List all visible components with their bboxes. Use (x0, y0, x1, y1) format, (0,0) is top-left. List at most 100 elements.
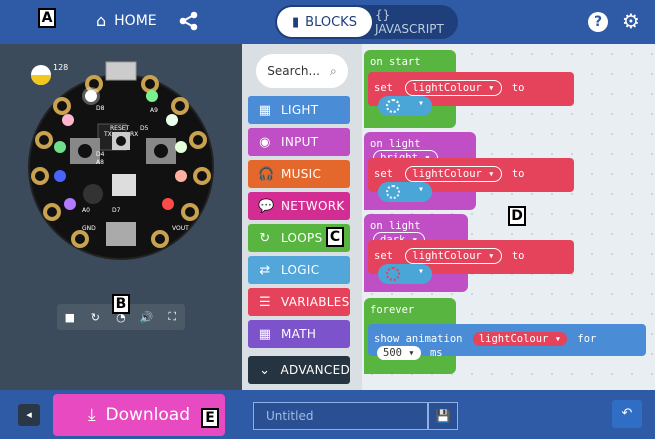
bottom-bar: ◂ ⤓ Download Untitled 💾 ↶ (0, 390, 655, 439)
to-label: to (511, 250, 525, 262)
download-icon: ⤓ (87, 405, 96, 425)
fullscreen-icon[interactable]: ⛶ (163, 310, 181, 324)
for-label: for (577, 333, 597, 345)
undo-icon[interactable]: ↶ (612, 400, 642, 428)
category-input[interactable]: ◉ INPUT (248, 128, 350, 156)
headphones-icon: 🎧 (258, 166, 275, 182)
home-button[interactable]: ⌂ HOME (96, 11, 157, 30)
circuit-playground-board[interactable]: 128 D8 D4 D5 A8 A9 D7 A0 RESET TX RX GND… (0, 44, 242, 294)
set-label: set (374, 168, 393, 180)
set-variable-block[interactable]: set lightColour ▾ to ▾ (368, 72, 574, 116)
light-level-value: 128 (53, 63, 68, 72)
download-label: Download (105, 405, 191, 425)
board-label: TX (103, 131, 112, 138)
annotation-label: A (38, 8, 56, 28)
share-icon[interactable] (178, 10, 200, 32)
simulator-panel: 128 D8 D4 D5 A8 A9 D7 A0 RESET TX RX GND… (0, 44, 242, 390)
javascript-tab[interactable]: {} JAVASCRIPT (375, 7, 455, 37)
category-label: MUSIC (281, 167, 322, 181)
board-label: A0 (82, 207, 90, 214)
annotation-label: D (508, 206, 526, 226)
list-icon: ☰ (259, 294, 271, 310)
variable-dropdown[interactable]: lightColour (412, 250, 482, 262)
loop-icon: ↻ (259, 230, 271, 246)
help-icon[interactable]: ? (588, 12, 608, 32)
category-network[interactable]: 💬 NETWORK (248, 192, 350, 220)
unit-label: ms (429, 347, 443, 359)
calculator-icon: ▦ (258, 326, 272, 342)
chevron-down-icon: ⌄ (259, 362, 271, 378)
gear-icon[interactable]: ⚙ (620, 10, 642, 32)
category-label: VARIABLES (281, 295, 350, 309)
category-label: NETWORK (281, 199, 345, 213)
board-label: RX (130, 131, 138, 138)
to-label: to (511, 82, 525, 94)
board-label: D5 (140, 125, 149, 132)
category-label: MATH (281, 327, 317, 341)
color-ring-picker[interactable]: ▾ (378, 182, 432, 202)
blocks-tab[interactable]: ▮ BLOCKS (277, 7, 372, 37)
set-label: set (374, 250, 393, 262)
category-label: ADVANCED (280, 363, 350, 377)
set-label: set (374, 82, 393, 94)
color-ring-picker[interactable]: ▾ (378, 96, 432, 116)
mute-icon[interactable]: 🔊 (138, 311, 156, 324)
board-label: VOUT (172, 225, 189, 232)
search-input[interactable]: Search... (267, 64, 320, 78)
grid-icon: ▦ (258, 102, 272, 118)
annotation-label: B (112, 294, 130, 314)
duration-dropdown[interactable]: 500 (383, 347, 402, 359)
show-animation-label: show animation (374, 333, 463, 345)
light-level-indicator[interactable] (31, 65, 51, 85)
show-animation-block[interactable]: show animation lightColour ▾ for 500 ▾ m… (368, 324, 646, 360)
target-icon: ◉ (259, 134, 271, 150)
category-light[interactable]: ▦ LIGHT (248, 96, 350, 124)
toolbox: Search... ⌕ ▦ LIGHT ◉ INPUT 🎧 MUSIC 💬 NE… (242, 44, 362, 390)
variable-reporter[interactable]: lightColour (479, 333, 549, 345)
color-ring-picker[interactable]: ▾ (378, 264, 432, 284)
category-music[interactable]: 🎧 MUSIC (248, 160, 350, 188)
toolbox-search[interactable]: Search... ⌕ (256, 54, 348, 88)
category-advanced[interactable]: ⌄ ADVANCED (248, 356, 350, 384)
variable-dropdown[interactable]: lightColour (412, 168, 482, 180)
board-label: A8 (96, 159, 104, 166)
download-button[interactable]: ⤓ Download (53, 394, 225, 436)
board-label: RESET (110, 125, 130, 132)
forever-label: forever (370, 304, 415, 316)
stop-icon[interactable]: ■ (61, 311, 79, 324)
to-label: to (511, 168, 525, 180)
chat-icon: 💬 (258, 198, 275, 214)
board-label: GND (82, 225, 96, 232)
category-label: INPUT (281, 135, 319, 149)
javascript-tab-label: {} JAVASCRIPT (375, 8, 444, 36)
home-label: HOME (114, 12, 157, 29)
annotation-label: E (201, 408, 219, 428)
board-label: D8 (96, 105, 105, 112)
home-icon: ⌂ (96, 11, 107, 30)
category-label: LOGIC (281, 263, 320, 277)
board-label: D7 (112, 207, 121, 214)
collapse-simulator-button[interactable]: ◂ (18, 404, 40, 426)
blocks-tab-label: BLOCKS (305, 14, 357, 30)
set-variable-block[interactable]: set lightColour ▾ to ▾ (368, 158, 574, 202)
category-label: LIGHT (281, 103, 319, 117)
set-variable-block[interactable]: set lightColour ▾ to ▾ (368, 240, 574, 284)
editor-toggle: ▮ BLOCKS {} JAVASCRIPT (275, 5, 458, 39)
on-light-label: on light (370, 220, 421, 232)
category-logic[interactable]: ⇄ LOGIC (248, 256, 350, 284)
restart-icon[interactable]: ↻ (86, 311, 104, 324)
shuffle-icon: ⇄ (259, 262, 271, 278)
category-variables[interactable]: ☰ VARIABLES (248, 288, 350, 316)
on-light-label: on light (370, 138, 421, 150)
blocks-icon: ▮ (292, 14, 300, 30)
category-math[interactable]: ▦ MATH (248, 320, 350, 348)
annotation-label: C (326, 227, 344, 247)
variable-dropdown[interactable]: lightColour (412, 82, 482, 94)
top-bar: ⌂ HOME ▮ BLOCKS {} JAVASCRIPT ? ⚙ (0, 0, 655, 44)
search-icon: ⌕ (329, 63, 337, 78)
project-name-input[interactable]: Untitled (253, 402, 428, 430)
board-label: D4 (96, 151, 105, 158)
save-icon[interactable]: 💾 (428, 402, 458, 430)
on-start-label: on start (370, 56, 421, 68)
category-label: LOOPS (281, 231, 323, 245)
